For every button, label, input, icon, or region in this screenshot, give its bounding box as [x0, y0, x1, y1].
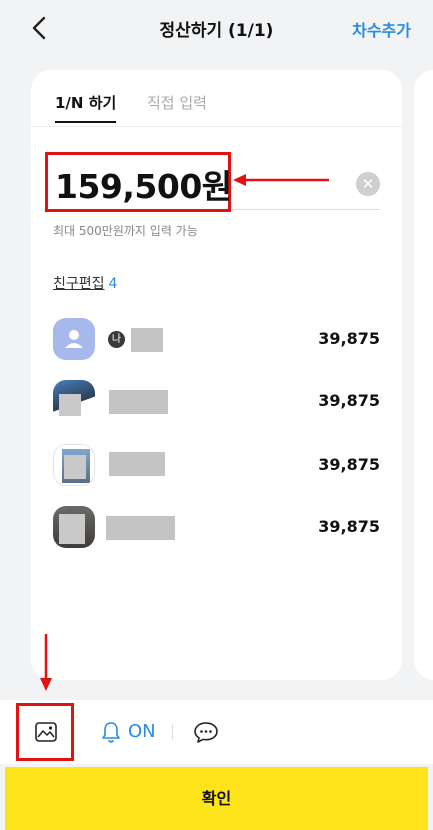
friend-row: 나 39,875: [53, 318, 380, 362]
friend-row: 39,875: [53, 444, 380, 488]
avatar: [53, 444, 95, 486]
friend-amount: 39,875: [318, 329, 380, 348]
bottom-toolbar: ON: [0, 700, 433, 764]
confirm-button[interactable]: 확인: [5, 767, 428, 830]
photo-icon[interactable]: [35, 722, 57, 742]
bell-icon: [102, 722, 120, 743]
amount-input[interactable]: 159,500원 ✕: [45, 152, 380, 212]
default-profile-icon: [65, 330, 83, 348]
friend-count: 4: [108, 276, 118, 292]
friend-row: 39,875: [53, 506, 380, 550]
avatar: [53, 506, 95, 548]
me-badge: 나: [108, 331, 125, 348]
settlement-card: 1/N 하기 직접 입력 159,500원 ✕ 최대 500만원까지 입력 가능…: [31, 70, 402, 680]
add-round-button[interactable]: 차수추가: [352, 17, 411, 41]
friend-edit-label: 친구편집: [53, 276, 105, 292]
redacted-name: [109, 452, 165, 476]
clear-icon[interactable]: ✕: [356, 172, 380, 196]
tab-split-evenly[interactable]: 1/N 하기: [55, 92, 117, 123]
alarm-label: ON: [128, 721, 156, 742]
friend-amount: 39,875: [318, 517, 380, 536]
friend-row: 39,875: [53, 380, 380, 424]
toolbar-divider: [172, 724, 173, 740]
annotation-arrow-down-icon: [40, 634, 52, 691]
redacted-name: [131, 328, 163, 352]
amount-limit-hint: 최대 500만원까지 입력 가능: [53, 224, 198, 238]
chat-icon[interactable]: [193, 720, 219, 744]
avatar: [53, 380, 95, 422]
tab-direct-input[interactable]: 직접 입력: [147, 92, 207, 121]
avatar: [53, 318, 95, 360]
friend-amount: 39,875: [318, 391, 380, 410]
header: 정산하기 (1/1) 차수추가: [0, 0, 433, 58]
tabs-divider: [31, 126, 402, 127]
photo-highlight-box: [16, 703, 74, 761]
redacted-name: [109, 390, 168, 414]
annotation-arrow-left-icon: [233, 174, 329, 186]
next-card-peek: [414, 70, 433, 680]
redacted-name: [106, 516, 175, 540]
amount-value: 159,500원: [55, 167, 232, 206]
friend-edit-link[interactable]: 친구편집 4: [53, 273, 117, 293]
friend-amount: 39,875: [318, 455, 380, 474]
